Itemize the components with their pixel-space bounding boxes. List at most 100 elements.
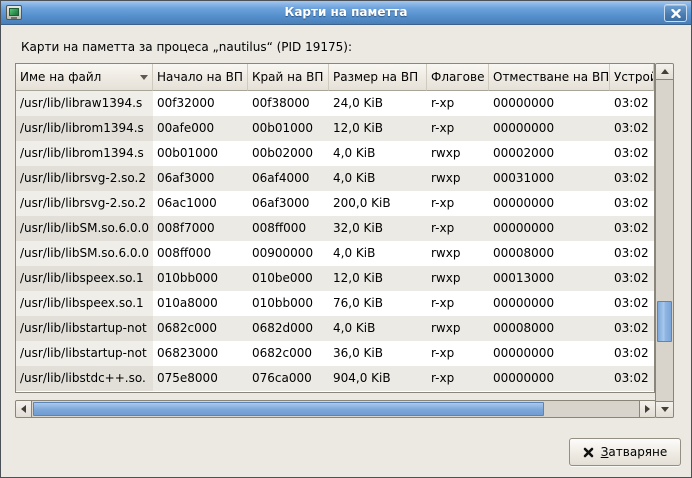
cell-vm-size: 200,0 KiB xyxy=(329,191,427,216)
cell-device: 03:02 xyxy=(610,291,654,316)
table-header-row: Име на файл Начало на ВП Край на ВП Разм… xyxy=(16,64,654,91)
cell-vm-start: 075e8000 xyxy=(153,366,248,391)
cell-vm-end: 06af4000 xyxy=(248,166,329,191)
column-header-label: Край на ВП xyxy=(252,70,323,84)
cell-filename: /usr/lib/libstdc++.so. xyxy=(16,366,153,391)
cell-filename: /usr/lib/libstartup-not xyxy=(16,316,153,341)
cell-filename: /usr/lib/libSM.so.6.0.0 xyxy=(16,216,153,241)
close-x-icon xyxy=(583,447,594,458)
cell-vm-end: 0682d000 xyxy=(248,316,329,341)
column-header-vm-start[interactable]: Начало на ВП xyxy=(153,64,248,91)
cell-vm-offset: 00000000 xyxy=(489,341,610,366)
table-row[interactable]: /usr/lib/libSM.so.6.0.0 008f7000 008ff00… xyxy=(16,216,654,241)
table-row[interactable]: /usr/lib/libspeex.so.1 010bb000 010be000… xyxy=(16,266,654,291)
arrow-down-icon xyxy=(661,407,669,412)
cell-vm-offset: 00000000 xyxy=(489,291,610,316)
cell-filename: /usr/lib/libstartup-not xyxy=(16,341,153,366)
cell-vm-start: 06823000 xyxy=(153,341,248,366)
scroll-down-button[interactable] xyxy=(656,401,673,417)
cell-vm-size: 32,0 KiB xyxy=(329,216,427,241)
table-row[interactable]: /usr/lib/libstartup-not 0682c000 0682d00… xyxy=(16,316,654,341)
cell-device: 03:02 xyxy=(610,141,654,166)
table-row[interactable]: /usr/lib/libraw1394.s 00f32000 00f38000 … xyxy=(16,91,654,116)
cell-device: 03:02 xyxy=(610,116,654,141)
vertical-scrollbar-thumb[interactable] xyxy=(657,301,672,342)
cell-vm-size: 4,0 KiB xyxy=(329,166,427,191)
arrow-up-icon xyxy=(661,69,669,74)
cell-vm-start: 0682c000 xyxy=(153,316,248,341)
cell-device: 03:02 xyxy=(610,191,654,216)
cell-filename: /usr/lib/librsvg-2.so.2 xyxy=(16,191,153,216)
cell-vm-size: 24,0 KiB xyxy=(329,91,427,116)
scroll-up-button[interactable] xyxy=(656,64,673,80)
cell-flags: r-xp xyxy=(427,116,489,141)
cell-vm-offset: 00000000 xyxy=(489,216,610,241)
horizontal-scrollbar[interactable] xyxy=(15,400,656,418)
sort-indicator-icon xyxy=(140,75,148,80)
cell-device: 03:02 xyxy=(610,266,654,291)
close-dialog-button[interactable]: Затваряне xyxy=(569,438,681,466)
cell-flags: rwxp xyxy=(427,166,489,191)
close-button-label: Затваряне xyxy=(601,445,668,459)
column-header-label: Начало на ВП xyxy=(157,70,243,84)
column-header-label: Флагове xyxy=(431,70,484,84)
cell-vm-offset: 00008000 xyxy=(489,241,610,266)
table-row[interactable]: /usr/lib/libstartup-not 06823000 0682c00… xyxy=(16,341,654,366)
column-header-vm-offset[interactable]: Отместване на ВП xyxy=(489,64,610,91)
process-info-label: Карти на паметта за процеса „nautilus“ (… xyxy=(21,40,352,54)
window-close-button[interactable] xyxy=(664,4,687,22)
scroll-left-button[interactable] xyxy=(16,401,32,417)
cell-filename: /usr/lib/libspeex.so.1 xyxy=(16,291,153,316)
horizontal-scrollbar-thumb[interactable] xyxy=(33,402,544,416)
cell-vm-size: 4,0 KiB xyxy=(329,141,427,166)
cell-filename: /usr/lib/librom1394.s xyxy=(16,141,153,166)
column-header-vm-end[interactable]: Край на ВП xyxy=(248,64,329,91)
table-row[interactable]: /usr/lib/librsvg-2.so.2 06ac1000 06af300… xyxy=(16,191,654,216)
memory-maps-table: Име на файл Начало на ВП Край на ВП Разм… xyxy=(15,63,655,393)
cell-flags: rwxp xyxy=(427,141,489,166)
vertical-scrollbar[interactable] xyxy=(655,63,674,418)
cell-vm-end: 076ca000 xyxy=(248,366,329,391)
table-row[interactable]: /usr/lib/librom1394.s 00afe000 00b01000 … xyxy=(16,116,654,141)
table-row[interactable]: /usr/lib/libstdc++.so. 075e8000 076ca000… xyxy=(16,366,654,391)
cell-vm-end: 00f38000 xyxy=(248,91,329,116)
table-row[interactable]: /usr/lib/libspeex.so.1 010a8000 010bb000… xyxy=(16,291,654,316)
arrow-left-icon xyxy=(21,405,26,413)
cell-vm-offset: 00000000 xyxy=(489,91,610,116)
cell-vm-size: 904,0 KiB xyxy=(329,366,427,391)
cell-filename: /usr/lib/libraw1394.s xyxy=(16,91,153,116)
cell-vm-size: 4,0 KiB xyxy=(329,241,427,266)
cell-filename: /usr/lib/libspeex.so.1 xyxy=(16,266,153,291)
cell-vm-offset: 00008000 xyxy=(489,316,610,341)
cell-vm-end: 010be000 xyxy=(248,266,329,291)
scroll-right-button[interactable] xyxy=(639,401,655,417)
column-header-filename[interactable]: Име на файл xyxy=(16,64,153,91)
cell-flags: rwxp xyxy=(427,266,489,291)
cell-device: 03:02 xyxy=(610,91,654,116)
column-header-vm-size[interactable]: Размер на ВП xyxy=(329,64,427,91)
cell-device: 03:02 xyxy=(610,366,654,391)
cell-flags: r-xp xyxy=(427,291,489,316)
cell-filename: /usr/lib/librsvg-2.so.2 xyxy=(16,166,153,191)
memory-maps-dialog: Карти на паметта Карти на паметта за про… xyxy=(0,0,692,478)
column-header-flags[interactable]: Флагове xyxy=(427,64,489,91)
cell-vm-start: 010bb000 xyxy=(153,266,248,291)
column-header-device[interactable]: Устройство xyxy=(610,64,654,91)
cell-vm-start: 00b01000 xyxy=(153,141,248,166)
cell-vm-offset: 00000000 xyxy=(489,366,610,391)
cell-vm-end: 00900000 xyxy=(248,241,329,266)
cell-flags: rwxp xyxy=(427,316,489,341)
arrow-right-icon xyxy=(645,405,650,413)
table-row[interactable]: /usr/lib/librsvg-2.so.2 06af3000 06af400… xyxy=(16,166,654,191)
cell-device: 03:02 xyxy=(610,341,654,366)
cell-vm-end: 008ff000 xyxy=(248,216,329,241)
cell-flags: r-xp xyxy=(427,191,489,216)
table-row[interactable]: /usr/lib/librom1394.s 00b01000 00b02000 … xyxy=(16,141,654,166)
cell-vm-start: 06af3000 xyxy=(153,166,248,191)
cell-vm-end: 00b02000 xyxy=(248,141,329,166)
cell-vm-offset: 00031000 xyxy=(489,166,610,191)
cell-vm-offset: 00000000 xyxy=(489,191,610,216)
table-row[interactable]: /usr/lib/libSM.so.6.0.0 008ff000 0090000… xyxy=(16,241,654,266)
cell-vm-end: 00b01000 xyxy=(248,116,329,141)
titlebar[interactable]: Карти на паметта xyxy=(1,1,691,25)
